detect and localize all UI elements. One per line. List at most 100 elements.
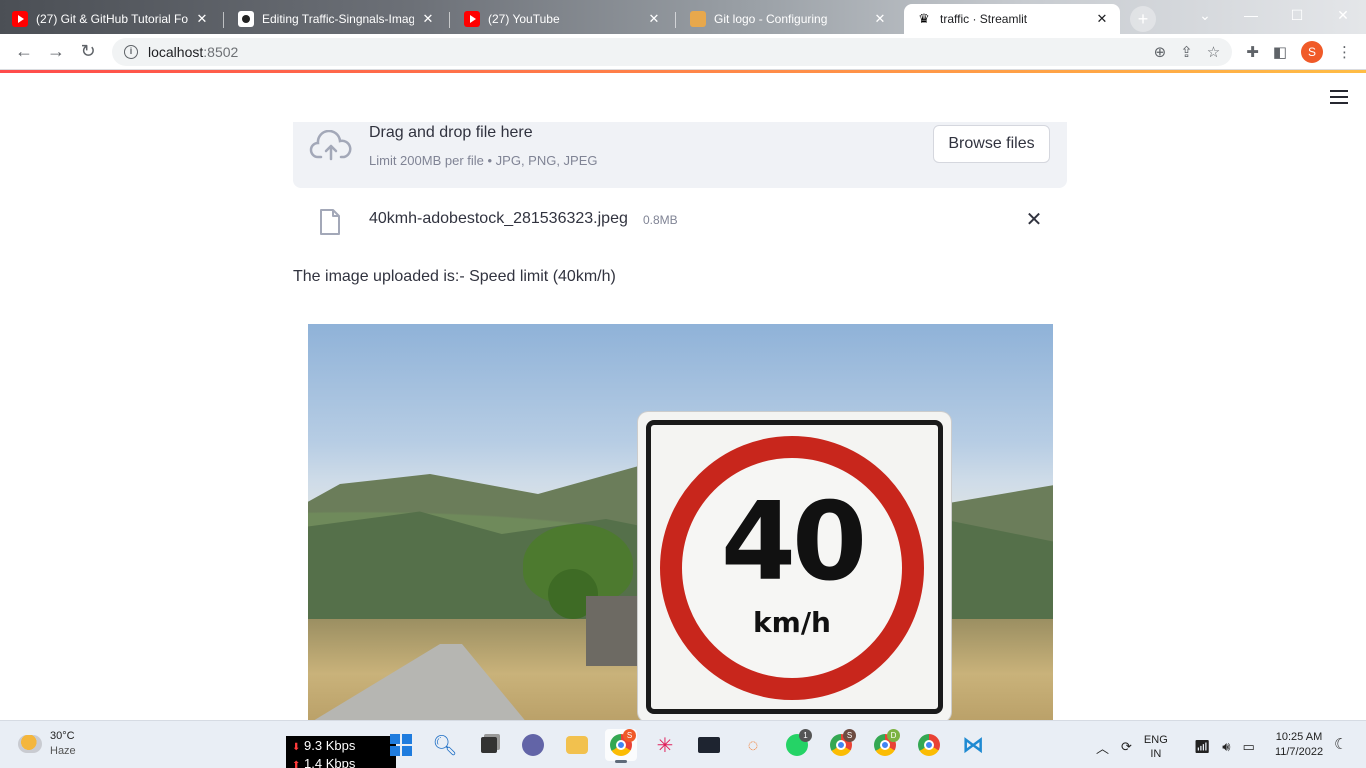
sign-red-ring: 40 km/h (660, 436, 924, 700)
file-dropzone[interactable]: Drag and drop file here Limit 200MB per … (293, 122, 1067, 188)
profile-badge: D (887, 729, 900, 742)
focus-moon-icon[interactable]: ☾ (1334, 735, 1347, 753)
slack-button[interactable]: ✳ (649, 729, 681, 761)
start-button[interactable] (385, 729, 417, 761)
reload-icon[interactable]: ↻ (72, 36, 104, 68)
close-window-icon[interactable]: ✕ (1320, 0, 1366, 30)
tab-close-icon[interactable]: ✕ (646, 11, 662, 27)
file-explorer-button[interactable] (561, 729, 593, 761)
chevron-down-icon[interactable]: ⌄ (1182, 0, 1228, 30)
search-icon: 🔍︎ (432, 734, 458, 757)
forward-icon[interactable]: → (40, 36, 72, 68)
site-info-icon[interactable]: i (124, 44, 138, 59)
language-indicator[interactable]: ENG IN (1144, 733, 1168, 761)
minimize-icon[interactable]: — (1228, 0, 1274, 30)
windows-taskbar: 30°C Haze ⬇ 9.3 Kbps ⬆ 1.4 Kbps 🔍︎ S ✳ ◌… (0, 720, 1366, 768)
clock-date: 11/7/2022 (1274, 746, 1324, 758)
teams-chat-button[interactable] (517, 729, 549, 761)
sign-speed-unit: km/h (753, 606, 831, 639)
system-tray: ︿ ⟳ ENG IN 📶︎ 🔊︎ ▭ (1096, 733, 1255, 761)
dropzone-instruction: Drag and drop file here (369, 124, 533, 141)
upload-arrow-icon: ⬆ (292, 760, 301, 768)
kebab-menu-icon[interactable]: ⋮ (1337, 43, 1352, 61)
sign-speed-number: 40 (720, 480, 867, 605)
tab-close-icon[interactable]: ✕ (872, 11, 888, 27)
dropzone-limit: Limit 200MB per file • JPG, PNG, JPEG (369, 153, 598, 168)
streamlit-decoration-bar (0, 70, 1366, 73)
github-icon (238, 11, 254, 27)
slack-icon: ✳ (656, 734, 674, 757)
teams-chat-icon (522, 734, 544, 756)
image-wall (586, 596, 646, 666)
notification-badge: 1 (799, 729, 812, 742)
terminal-button[interactable] (693, 729, 725, 761)
uploaded-file-item: 40kmh-adobestock_281536323.jpeg 0.8MB ✕ (293, 200, 1067, 240)
file-name: 40kmh-adobestock_281536323.jpeg (369, 210, 628, 227)
whatsapp-button[interactable]: 1 (781, 729, 813, 761)
task-view-icon (481, 737, 497, 753)
speed-limit-sign: 40 km/h (638, 412, 951, 720)
search-button[interactable]: 🔍︎ (429, 729, 461, 761)
tab-title: (27) YouTube (488, 12, 560, 26)
share-icon[interactable]: ⇪ (1180, 43, 1193, 61)
window-controls: ⌄ — ☐ ✕ (1182, 0, 1366, 30)
taskbar-apps: 🔍︎ S ✳ ◌ 1 S D ⋈ (385, 729, 989, 763)
tab-close-icon[interactable]: ✕ (1094, 11, 1110, 27)
vscode-icon: ⋈ (962, 732, 984, 757)
url-port: :8502 (203, 43, 239, 60)
volume-icon[interactable]: 🔊︎ (1222, 739, 1230, 755)
cloud-upload-icon (309, 130, 352, 161)
address-bar[interactable]: i localhost :8502 ⊕ ⇪ ☆ (112, 37, 1233, 66)
jupyter-icon: ◌ (747, 734, 759, 755)
tab-youtube[interactable]: (27) YouTube ✕ (452, 4, 676, 34)
uploaded-image: 40 km/h (308, 324, 1053, 720)
download-speed: 9.3 Kbps (304, 738, 356, 753)
jupyter-button[interactable]: ◌ (737, 729, 769, 761)
chrome-profile-2-button[interactable]: S (825, 729, 857, 761)
tab-title: traffic · Streamlit (940, 12, 1028, 26)
chrome-button[interactable] (913, 729, 945, 761)
profile-avatar[interactable]: S (1301, 40, 1323, 63)
task-view-button[interactable] (473, 729, 505, 761)
new-tab-button[interactable]: + (1130, 6, 1156, 32)
folder-icon (566, 736, 588, 754)
clock[interactable]: 10:25 AM 11/7/2022 (1268, 730, 1330, 760)
hamburger-menu-icon[interactable] (1330, 90, 1348, 104)
file-icon (320, 209, 340, 235)
url-host: localhost (148, 43, 204, 60)
weather-widget[interactable]: 30°C Haze (18, 729, 76, 759)
prediction-result: The image uploaded is:- Speed limit (40k… (293, 268, 616, 285)
windows-logo-icon (390, 734, 412, 756)
bookmark-star-icon[interactable]: ☆ (1207, 43, 1220, 61)
git-icon (690, 11, 706, 27)
tab-close-icon[interactable]: ✕ (420, 11, 436, 27)
clock-time: 10:25 AM (1275, 731, 1323, 743)
streamlit-icon: ♛ (918, 11, 930, 26)
battery-icon[interactable]: ▭ (1242, 739, 1254, 755)
haze-weather-icon (18, 735, 42, 753)
chrome-profile-d-button[interactable]: D (869, 729, 901, 761)
maximize-icon[interactable]: ☐ (1274, 0, 1320, 30)
side-panel-icon[interactable]: ◧ (1273, 43, 1287, 61)
tab-close-icon[interactable]: ✕ (194, 11, 210, 27)
sync-icon[interactable]: ⟳ (1121, 739, 1132, 755)
terminal-icon (698, 737, 720, 753)
tab-git-tutorial[interactable]: (27) Git & GitHub Tutorial For ✕ (0, 4, 224, 34)
tab-title: (27) Git & GitHub Tutorial For (36, 12, 188, 26)
browser-toolbar: ← → ↻ i localhost :8502 ⊕ ⇪ ☆ ✚ ◧ S ⋮ (0, 34, 1366, 70)
chevron-up-icon[interactable]: ︿ (1096, 738, 1109, 757)
tab-title: Git logo - Configuring (714, 12, 828, 26)
back-icon[interactable]: ← (8, 36, 40, 68)
tab-streamlit[interactable]: ♛ traffic · Streamlit ✕ (904, 4, 1120, 34)
extensions-icon[interactable]: ✚ (1246, 43, 1259, 61)
browse-files-button[interactable]: Browse files (933, 125, 1050, 163)
chrome-profile-s-button[interactable]: S (605, 729, 637, 763)
tab-editing-traffic[interactable]: Editing Traffic-Singnals-Imag ✕ (226, 4, 450, 34)
tab-git-logo[interactable]: Git logo - Configuring ✕ (678, 4, 898, 34)
wifi-icon[interactable]: 📶︎ (1194, 739, 1211, 755)
vscode-button[interactable]: ⋈ (957, 729, 989, 761)
remove-file-icon[interactable]: ✕ (1021, 206, 1047, 232)
zoom-icon[interactable]: ⊕ (1154, 43, 1167, 61)
youtube-icon (12, 11, 28, 27)
region-code: IN (1150, 748, 1162, 760)
